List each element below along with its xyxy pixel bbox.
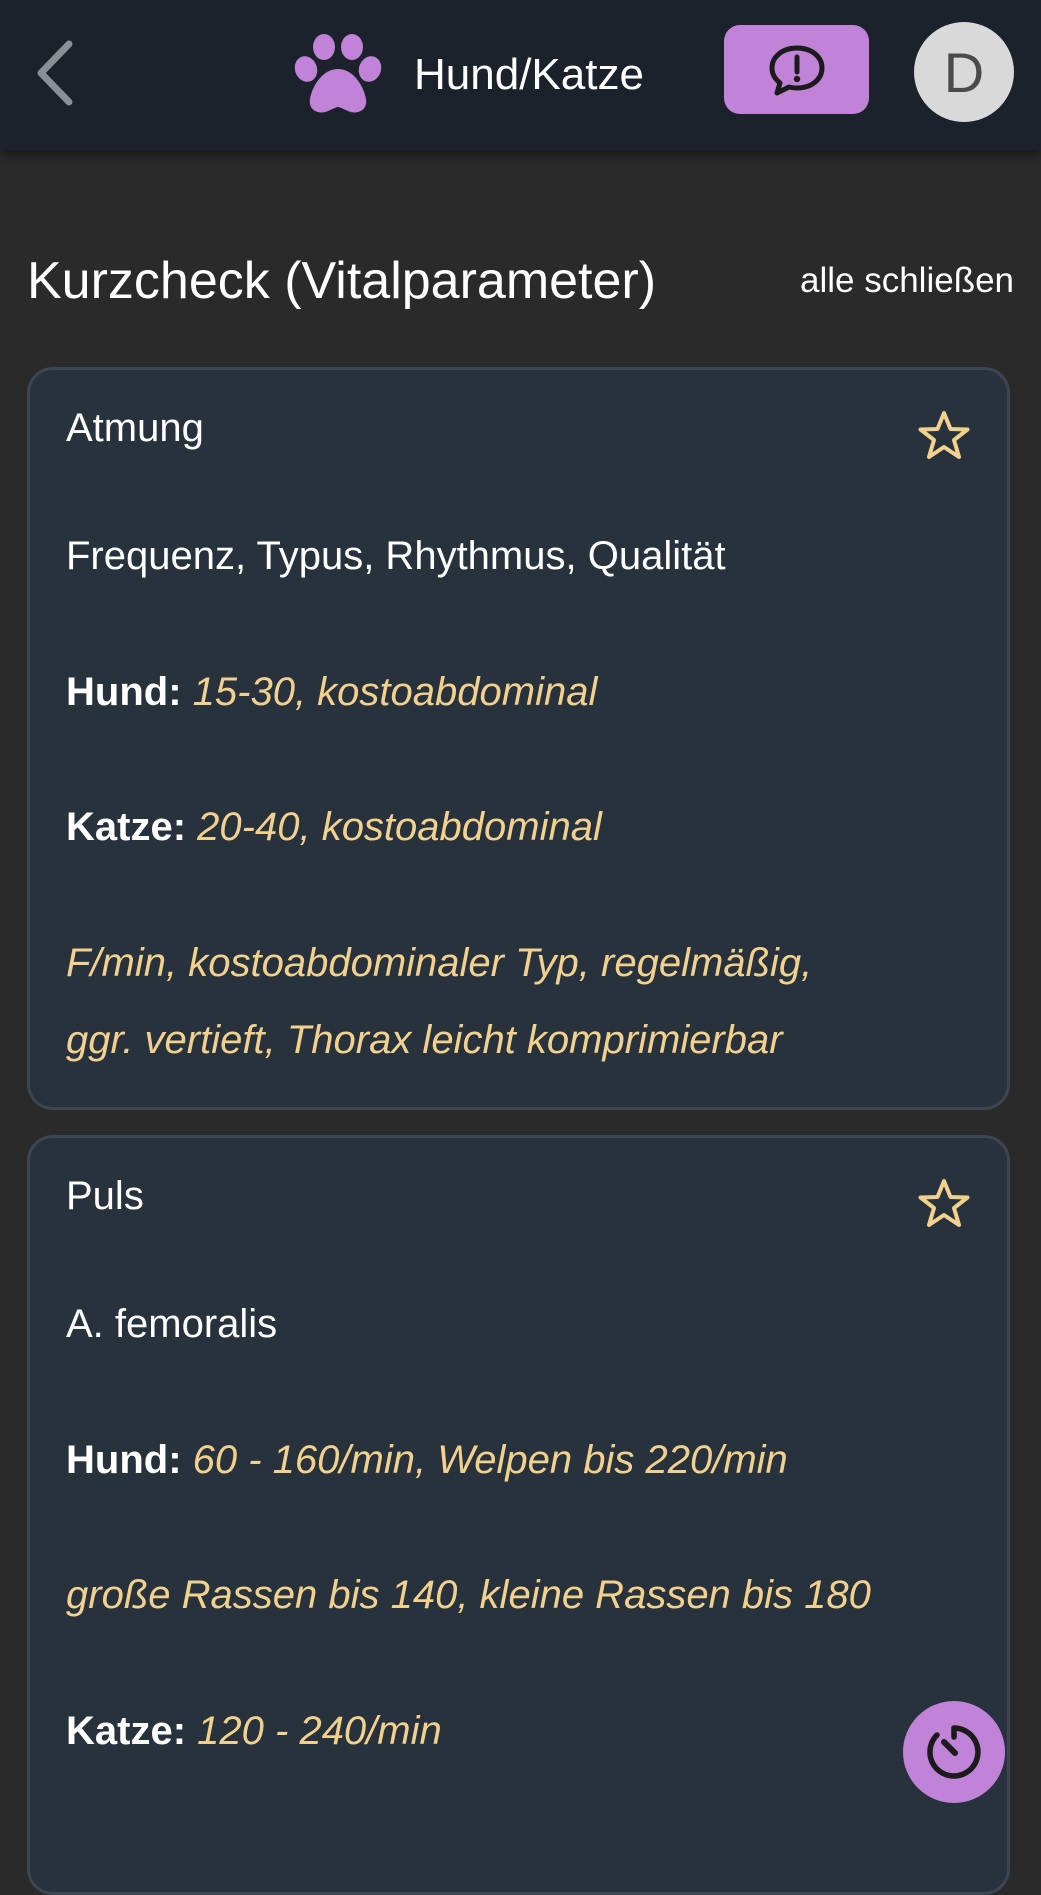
paw-icon — [294, 34, 382, 113]
feedback-button[interactable] — [724, 25, 869, 114]
close-all-button[interactable]: alle schließen — [800, 261, 1014, 301]
species-label: Hund: — [66, 1438, 182, 1482]
star-outline-icon[interactable] — [917, 1178, 971, 1230]
app-brand: Hund/Katze — [292, 30, 644, 120]
avatar-initial: D — [943, 40, 985, 104]
species-value: 60 - 160/min, Welpen bis 220/min — [192, 1438, 788, 1482]
app-bar: Hund/Katze D — [0, 0, 1041, 150]
speech-bubble-exclamation-icon — [769, 45, 824, 95]
card-note-line: F/min, kostoabdominaler Typ, regelmäßig, — [66, 941, 813, 985]
species-value: 120 - 240/min — [197, 1709, 442, 1753]
section-title: Kurzcheck (Vitalparameter) — [27, 252, 657, 310]
species-entry: Hund: 15-30, kostoabdominal — [66, 670, 597, 715]
star-outline-icon[interactable] — [917, 410, 971, 462]
section-header: Kurzcheck (Vitalparameter) alle schließe… — [27, 244, 1014, 318]
card-atmung: Atmung Frequenz, Typus, Rhythmus, Qualit… — [27, 367, 1010, 1110]
card-note-line: große Rassen bis 140, kleine Rassen bis … — [66, 1573, 871, 1617]
chevron-left-icon — [37, 40, 73, 106]
card-description: Frequenz, Typus, Rhythmus, Qualität — [66, 534, 726, 578]
species-entry: Hund: 60 - 160/min, Welpen bis 220/min — [66, 1438, 788, 1483]
card-puls: Puls A. femoralis Hund: 60 - 160/min, We… — [27, 1135, 1010, 1895]
card-title[interactable]: Atmung — [66, 406, 204, 451]
timer-button[interactable] — [903, 1701, 1005, 1803]
species-label: Hund: — [66, 670, 182, 714]
species-label: Katze: — [66, 805, 187, 849]
species-value: 15-30, kostoabdominal — [192, 670, 598, 714]
back-button[interactable] — [26, 36, 84, 110]
app-title: Hund/Katze — [414, 50, 644, 99]
card-description: A. femoralis — [66, 1302, 278, 1346]
card-title[interactable]: Puls — [66, 1174, 144, 1219]
species-label: Katze: — [66, 1709, 187, 1753]
timer-icon — [927, 1725, 981, 1779]
avatar[interactable]: D — [914, 22, 1014, 122]
species-entry: Katze: 120 - 240/min — [66, 1709, 442, 1754]
card-note-line: ggr. vertieft, Thorax leicht komprimierb… — [66, 1018, 783, 1062]
species-entry: Katze: 20-40, kostoabdominal — [66, 805, 602, 850]
species-value: 20-40, kostoabdominal — [197, 805, 602, 849]
